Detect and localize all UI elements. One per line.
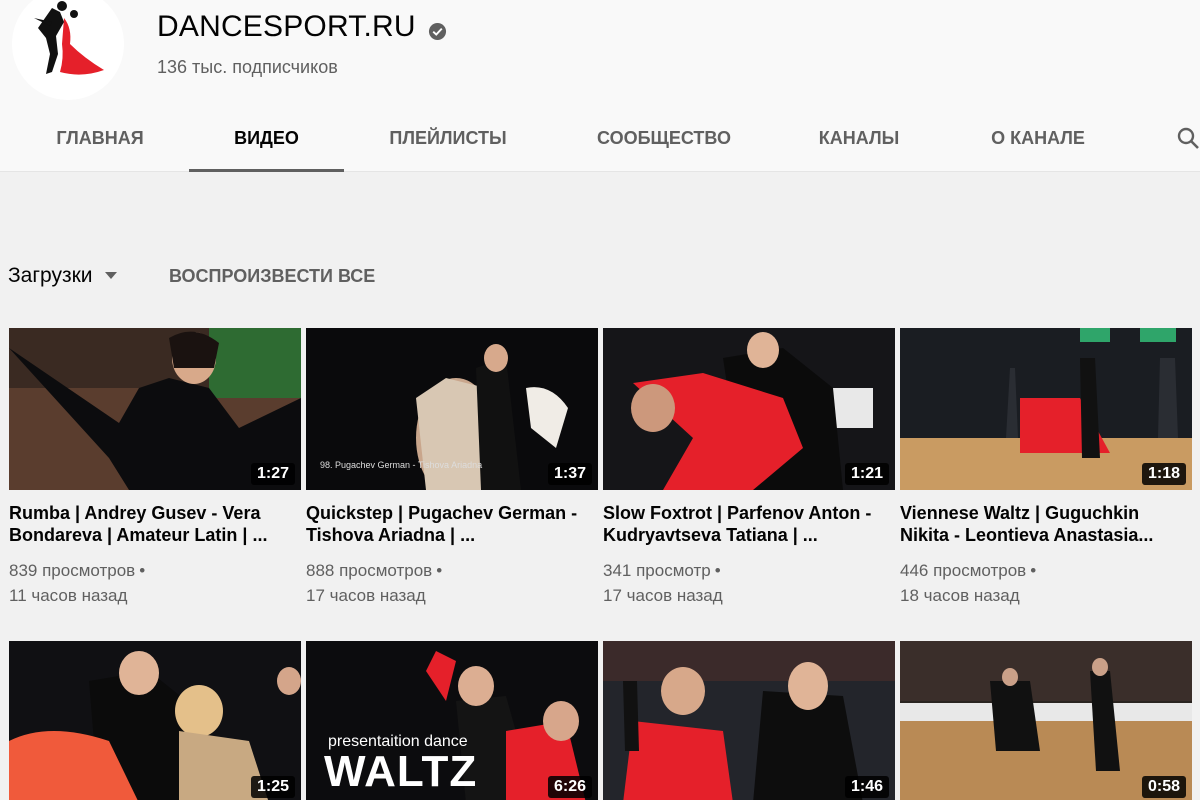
upload-age: 18 часов назад: [900, 586, 1020, 605]
meta-separator: •: [1030, 561, 1037, 580]
meta-separator: •: [139, 561, 146, 580]
video-duration: 1:18: [1141, 463, 1186, 485]
sort-dropdown[interactable]: Загрузки: [8, 264, 117, 288]
upload-age: 17 часов назад: [603, 586, 723, 605]
video-title[interactable]: Quickstep | Pugachev German - Tishova Ar…: [306, 502, 598, 546]
tab-videos[interactable]: ВИДЕО: [189, 104, 344, 172]
sort-label: Загрузки: [8, 264, 93, 287]
play-all-button[interactable]: ВОСПРОИЗВЕСТИ ВСЕ: [169, 266, 375, 287]
caret-down-icon: [104, 272, 117, 279]
video-duration: 1:21: [844, 463, 889, 485]
view-count: 888 просмотров: [306, 561, 433, 580]
video-thumbnail[interactable]: 1:25: [9, 641, 301, 800]
channel-header: DANCESPORT.RU 136 тыс. подписчиков ГЛАВН…: [0, 0, 1200, 172]
video-meta: 341 просмотр • 17 часов назад: [603, 558, 895, 608]
thumbnail-overlay-title: WALTZ: [324, 747, 478, 796]
filter-row: Загрузки ВОСПРОИЗВЕСТИ ВСЕ: [0, 258, 1200, 294]
video-meta: 839 просмотров • 11 часов назад: [9, 558, 301, 608]
tab-community[interactable]: СООБЩЕСТВО: [578, 104, 750, 172]
channel-avatar[interactable]: [12, 0, 124, 100]
tab-home[interactable]: ГЛАВНАЯ: [30, 104, 170, 172]
video-duration: 1:27: [250, 463, 295, 485]
dancer-logo-icon: [12, 0, 124, 100]
channel-tabs: ГЛАВНАЯ ВИДЕО ПЛЕЙЛИСТЫ СООБЩЕСТВО КАНАЛ…: [0, 104, 1200, 172]
verified-check-icon: [428, 22, 447, 41]
video-thumbnail[interactable]: 1:18: [900, 328, 1192, 490]
tab-channels[interactable]: КАНАЛЫ: [800, 104, 918, 172]
video-thumbnail[interactable]: 0:58: [900, 641, 1192, 800]
meta-separator: •: [714, 561, 721, 580]
video-card[interactable]: 1:21 Slow Foxtrot | Parfenov Anton - Kud…: [603, 328, 895, 608]
video-card[interactable]: 0:58: [900, 641, 1192, 800]
video-title[interactable]: Slow Foxtrot | Parfenov Anton - Kudryavt…: [603, 502, 895, 546]
search-icon[interactable]: [1176, 126, 1200, 150]
video-thumbnail[interactable]: presentaition dance WALTZ 6:26: [306, 641, 598, 800]
subscriber-count: 136 тыс. подписчиков: [157, 57, 338, 77]
video-duration: 1:46: [844, 776, 889, 798]
video-thumbnail[interactable]: 1:46: [603, 641, 895, 800]
video-title[interactable]: Viennese Waltz | Guguchkin Nikita - Leon…: [900, 502, 1192, 546]
view-count: 341 просмотр: [603, 561, 711, 580]
video-meta: 446 просмотров • 18 часов назад: [900, 558, 1192, 608]
upload-age: 17 часов назад: [306, 586, 426, 605]
tab-playlists[interactable]: ПЛЕЙЛИСТЫ: [370, 104, 526, 172]
video-thumbnail[interactable]: 98. Pugachev German - Tishova Ariadna 1:…: [306, 328, 598, 490]
video-card[interactable]: 1:46: [603, 641, 895, 800]
video-meta: 888 просмотров • 17 часов назад: [306, 558, 598, 608]
video-card[interactable]: presentaition dance WALTZ 6:26: [306, 641, 598, 800]
meta-separator: •: [436, 561, 443, 580]
video-card[interactable]: 98. Pugachev German - Tishova Ariadna 1:…: [306, 328, 598, 608]
channel-name: DANCESPORT.RU: [157, 10, 416, 43]
video-card[interactable]: 1:25: [9, 641, 301, 800]
video-card[interactable]: 1:18 Viennese Waltz | Guguchkin Nikita -…: [900, 328, 1192, 608]
thumbnail-caption: 98. Pugachev German - Tishova Ariadna: [320, 460, 483, 470]
view-count: 446 просмотров: [900, 561, 1027, 580]
video-duration: 1:37: [547, 463, 592, 485]
video-title[interactable]: Rumba | Andrey Gusev - Vera Bondareva | …: [9, 502, 301, 546]
view-count: 839 просмотров: [9, 561, 136, 580]
video-duration: 1:25: [250, 776, 295, 798]
video-thumbnail[interactable]: 1:21: [603, 328, 895, 490]
video-duration: 6:26: [547, 776, 592, 798]
tab-about[interactable]: О КАНАЛЕ: [968, 104, 1108, 172]
video-thumbnail[interactable]: 1:27: [9, 328, 301, 490]
video-duration: 0:58: [1141, 776, 1186, 798]
video-card[interactable]: 1:27 Rumba | Andrey Gusev - Vera Bondare…: [9, 328, 301, 608]
upload-age: 11 часов назад: [9, 586, 128, 605]
